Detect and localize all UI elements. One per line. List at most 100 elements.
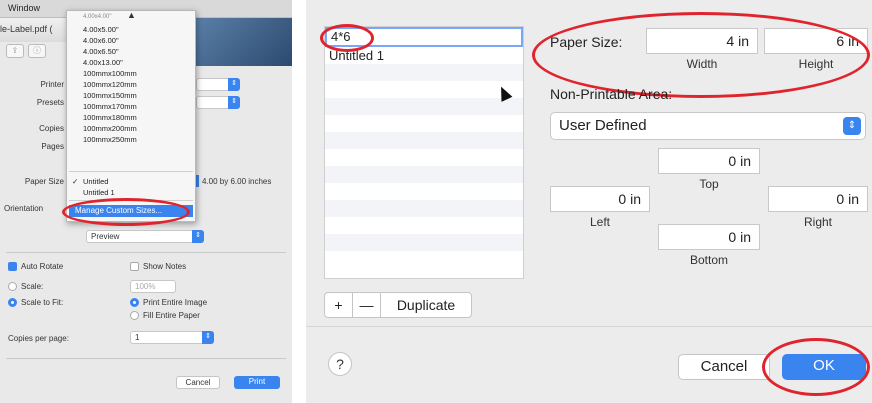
list-row-empty xyxy=(325,217,523,234)
highlight-ring xyxy=(762,338,870,396)
copies-per-page-label: Copies per page: xyxy=(8,334,69,343)
menu-item[interactable]: 100mmx150mm xyxy=(83,91,137,100)
auto-rotate-checkbox[interactable]: Auto Rotate xyxy=(8,262,63,271)
checkbox-checked-icon xyxy=(8,262,17,271)
add-button[interactable]: + xyxy=(325,293,353,317)
chevron-updown-icon: ⇕ xyxy=(228,78,240,91)
checkbox-icon xyxy=(130,262,139,271)
menu-item[interactable]: 100mmx200mm xyxy=(83,124,137,133)
menu-item-untitled-1[interactable]: Untitled 1 xyxy=(83,188,115,197)
margin-top-field[interactable]: 0 in xyxy=(658,148,760,174)
scroll-up-icon[interactable]: ▲ xyxy=(127,10,136,20)
list-row-empty xyxy=(325,251,523,268)
list-row-empty xyxy=(325,98,523,115)
section-select-value: Preview xyxy=(91,232,120,241)
chevron-updown-icon: ⇕ xyxy=(202,331,214,344)
pages-label: Pages xyxy=(41,142,64,151)
list-row-empty xyxy=(325,166,523,183)
left-label: Left xyxy=(589,215,610,229)
non-printable-area-value: User Defined xyxy=(559,117,647,134)
radio-selected-icon xyxy=(8,298,17,307)
duplicate-button[interactable]: Duplicate xyxy=(381,293,471,317)
chevron-updown-icon: ⇕ xyxy=(228,96,240,109)
remove-button[interactable]: — xyxy=(353,293,381,317)
divider xyxy=(306,326,872,327)
menu-item[interactable]: 4.00x13.00" xyxy=(83,58,123,67)
scale-label: Scale: xyxy=(21,282,44,291)
show-notes-label: Show Notes xyxy=(143,262,187,271)
fill-entire-paper-radio[interactable]: Fill Entire Paper xyxy=(130,311,200,320)
list-row-empty xyxy=(325,115,523,132)
top-label: Top xyxy=(699,177,719,191)
paper-sizes-list[interactable]: 4*6 Untitled 1 xyxy=(324,26,524,279)
list-row-empty xyxy=(325,183,523,200)
radio-selected-icon xyxy=(130,298,139,307)
menu-item[interactable]: 4.00x6.50" xyxy=(83,47,119,56)
menu-item[interactable]: 100mmx180mm xyxy=(83,113,137,122)
print-entire-image-radio[interactable]: Print Entire Image xyxy=(130,298,207,307)
menu-item[interactable]: 100mmx170mm xyxy=(83,102,137,111)
menu-item[interactable]: 100mmx120mm xyxy=(83,80,137,89)
non-printable-area-select[interactable]: User Defined ⇕ xyxy=(550,112,866,140)
print-dialog-panel: Window le-Label.pdf ( ⇪ ⓘ Printer ⇕ Pres… xyxy=(0,0,292,403)
non-printable-area-label: Non-Printable Area: xyxy=(550,86,673,102)
share-icon[interactable]: ⇪ xyxy=(6,44,24,58)
checkmark-icon: ✓ xyxy=(72,177,79,186)
copies-per-page-value: 1 xyxy=(135,333,140,342)
margin-left-field[interactable]: 0 in xyxy=(550,186,650,212)
chevron-updown-icon: ⇕ xyxy=(192,230,204,243)
highlight-ring xyxy=(62,198,190,226)
scale-radio[interactable]: Scale: xyxy=(8,282,43,291)
section-select[interactable]: Preview ⇕ xyxy=(86,230,204,243)
printer-label: Printer xyxy=(40,80,64,89)
scale-to-fit-radio[interactable]: Scale to Fit: xyxy=(8,298,63,307)
copies-label: Copies xyxy=(39,124,64,133)
menu-item[interactable]: 100mmx100mm xyxy=(83,69,137,78)
fill-entire-paper-label: Fill Entire Paper xyxy=(143,311,200,320)
paper-size-select-edge[interactable] xyxy=(196,175,199,187)
help-button[interactable]: ? xyxy=(328,352,352,376)
info-icon[interactable]: ⓘ xyxy=(28,44,46,58)
auto-rotate-label: Auto Rotate xyxy=(21,262,64,271)
radio-icon xyxy=(130,311,139,320)
menu-separator xyxy=(69,171,193,172)
window-menu[interactable]: Window xyxy=(8,3,40,13)
orientation-label: Orientation xyxy=(4,204,44,213)
bottom-label: Bottom xyxy=(689,253,728,267)
list-row-empty xyxy=(325,132,523,149)
highlight-ring xyxy=(320,24,374,52)
custom-paper-sizes-dialog: 4*6 Untitled 1 Paper Size: 4 in 6 in Wid… xyxy=(306,0,872,403)
list-row-empty xyxy=(325,81,523,98)
page-preview-thumbnail xyxy=(196,18,292,66)
printer-select[interactable]: ⇕ xyxy=(196,78,240,91)
presets-select[interactable]: ⇕ xyxy=(196,96,240,109)
margin-bottom-field[interactable]: 0 in xyxy=(658,224,760,250)
menu-item[interactable]: 4.00x6.00" xyxy=(83,36,119,45)
cancel-button[interactable]: Cancel xyxy=(176,376,220,389)
copies-per-page-select[interactable]: 1 ⇕ xyxy=(130,331,214,344)
paper-size-menu: ▲ 4.00x5.00" 4.00x6.00" 4.00x6.50" 4.00x… xyxy=(66,10,196,222)
show-notes-checkbox[interactable]: Show Notes xyxy=(130,262,186,271)
print-button[interactable]: Print xyxy=(234,376,280,389)
list-row-empty xyxy=(325,149,523,166)
right-label: Right xyxy=(803,215,832,229)
document-filename: le-Label.pdf ( xyxy=(0,24,53,34)
menu-item[interactable]: 4.00x5.00" xyxy=(83,25,119,34)
scale-input[interactable]: 100% xyxy=(130,280,176,293)
toolbar-buttons: ⇪ ⓘ xyxy=(6,44,46,58)
divider xyxy=(6,358,286,359)
menu-item[interactable]: 100mmx250mm xyxy=(83,135,137,144)
paper-size-dimensions: 4.00 by 6.00 inches xyxy=(202,177,272,186)
margin-right-field[interactable]: 0 in xyxy=(768,186,868,212)
list-row-empty xyxy=(325,234,523,251)
scale-to-fit-label: Scale to Fit: xyxy=(21,298,64,307)
divider xyxy=(6,252,286,253)
list-row-empty xyxy=(325,64,523,81)
menu-item-partial[interactable]: 4.00x4.00" xyxy=(83,14,112,20)
cancel-button[interactable]: Cancel xyxy=(678,354,770,380)
menu-item-untitled[interactable]: Untitled xyxy=(83,177,108,186)
print-entire-image-label: Print Entire Image xyxy=(143,298,208,307)
list-controls: + — Duplicate xyxy=(324,292,472,318)
radio-icon xyxy=(8,282,17,291)
presets-label: Presets xyxy=(36,98,64,107)
